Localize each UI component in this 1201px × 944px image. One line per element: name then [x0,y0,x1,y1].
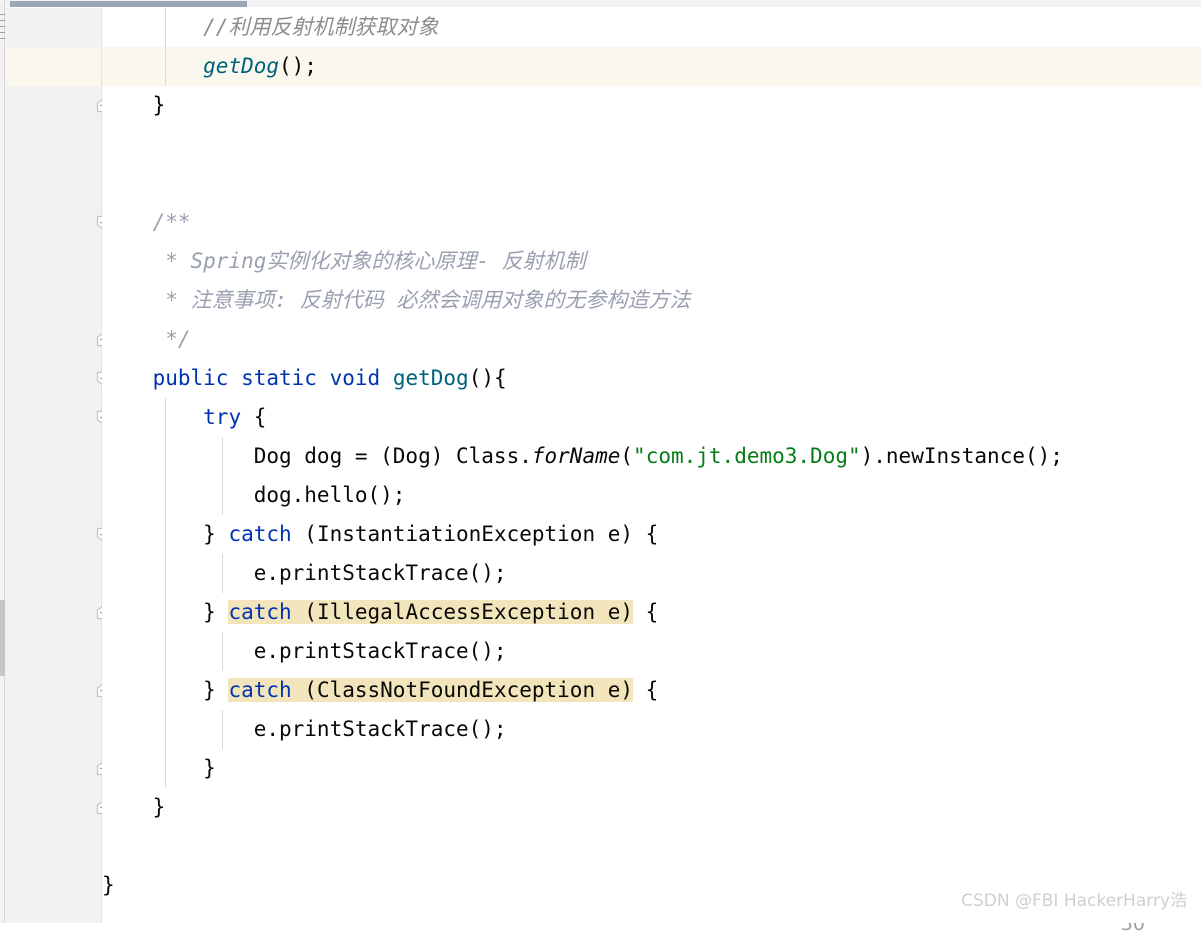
code-line: public static void getDog(){ [102,359,507,398]
code-line: e.printStackTrace(); [102,710,507,749]
code-line: } catch (IllegalAccessException e) { [102,593,658,632]
code-token: //利用反射机制获取对象 [203,15,439,39]
code-token: void [329,366,381,390]
code-token: getDog [203,54,280,78]
code-line: /** [102,203,191,242]
code-token: Dog dog = (Dog) Class. [102,444,532,468]
code-token: forName [531,444,621,468]
code-token: ).newInstance(); [860,444,1063,468]
code-token: (InstantiationException e) { [291,522,659,546]
code-line: e.printStackTrace(); [102,554,507,593]
code-token: e.printStackTrace(); [102,639,507,663]
code-token: public [152,366,229,390]
code-token: (){ [468,366,507,390]
gutter-caret-row [5,47,101,86]
code-line: Dog dog = (Dog) Class.forName("com.jt.de… [102,437,1063,476]
code-token: (); [279,54,317,78]
code-token: e.printStackTrace(); [102,717,507,741]
code-editor[interactable]: 2728293031323334353637383940414243444546… [0,0,1201,935]
code-line: } [102,749,216,788]
code-token: } [102,600,229,624]
editor-gutter[interactable] [5,8,101,923]
code-token: { [633,678,659,702]
code-line: getDog(); [102,47,317,86]
code-line: } [102,866,115,905]
code-token: /** [102,210,191,234]
code-token: try [203,405,242,429]
code-token: ( [620,444,634,468]
code-token: { [241,405,267,429]
code-line: try { [102,398,266,437]
horizontal-scrollbar-thumb[interactable] [10,1,247,7]
code-line: } [102,788,166,827]
code-line: } [102,86,166,125]
code-token: } [102,522,229,546]
code-token: } [102,93,166,117]
code-line: dog.hello(); [102,476,406,515]
code-token: } [102,795,166,819]
code-token: catch [228,522,292,546]
code-token: getDog [392,366,469,390]
watermark: CSDN @FBI HackerHarry浩 [961,891,1187,911]
code-token: dog.hello(); [102,483,406,507]
code-token: catch [228,600,292,624]
horizontal-scrollbar-track[interactable] [5,0,1201,7]
code-line: e.printStackTrace(); [102,632,507,671]
code-token: */ [102,327,191,351]
code-token: (ClassNotFoundException e) [291,678,634,702]
code-line: * Spring实例化对象的核心原理- 反射机制 [102,242,586,281]
code-line: * 注意事项: 反射代码 必然会调用对象的无参构造方法 [102,281,690,320]
code-token: } [102,678,229,702]
code-token: (IllegalAccessException e) [291,600,634,624]
code-token: } [102,756,216,780]
code-token: { [633,600,659,624]
code-token: * Spring实例化对象的核心原理- 反射机制 [102,249,586,273]
code-line: */ [102,320,191,359]
code-line: } catch (ClassNotFoundException e) { [102,671,658,710]
code-token: e.printStackTrace(); [102,561,507,585]
code-line: } catch (InstantiationException e) { [102,515,658,554]
code-canvas[interactable]: //利用反射机制获取对象 getDog(); } /** * Spring实例化… [102,8,1201,923]
code-token: catch [228,678,292,702]
code-token: static [241,366,317,390]
code-token: } [102,873,115,897]
code-token: "com.jt.demo3.Dog" [633,444,861,468]
code-line: //利用反射机制获取对象 [102,8,438,47]
code-token: * 注意事项: 反射代码 必然会调用对象的无参构造方法 [102,288,691,312]
